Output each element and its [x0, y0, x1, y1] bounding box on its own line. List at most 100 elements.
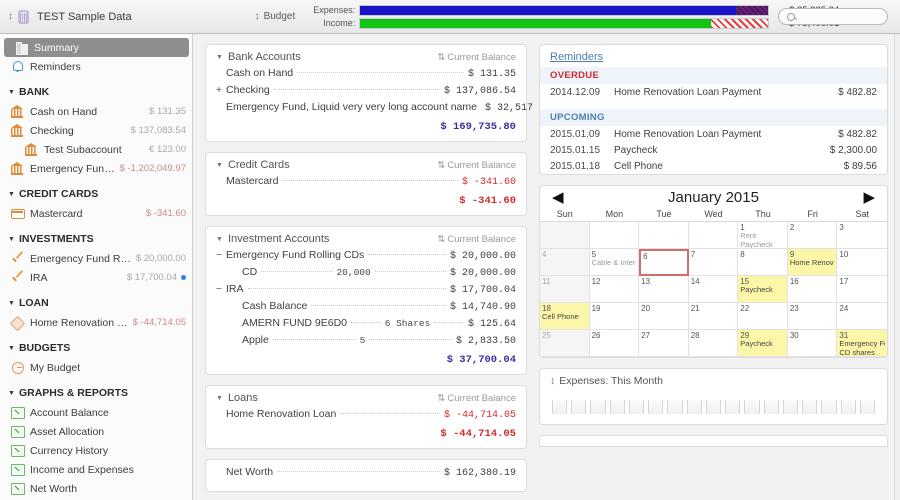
sidebar-group-loan[interactable]: ▼ LOAN [0, 293, 192, 313]
calendar-event[interactable]: Rent [740, 232, 785, 241]
calendar-day-cell[interactable]: 4 [540, 249, 590, 276]
reminder-row[interactable]: 2014.12.09 Home Renovation Loan Payment $ … [540, 84, 887, 100]
calendar-prev-icon[interactable]: ◀ [552, 190, 564, 205]
calendar-day-cell[interactable]: 21 [688, 303, 739, 330]
budget-drag-handle[interactable]: ↕ [255, 11, 260, 22]
calendar-day-cell[interactable]: 1 Rent Paycheck [738, 222, 788, 249]
panel-title-group[interactable]: ▼ Bank Accounts [216, 51, 301, 63]
collapse-icon[interactable]: − [216, 250, 226, 261]
calendar-day-cell[interactable]: 20 [639, 303, 689, 330]
file-drag-handle[interactable]: ↕ [8, 11, 13, 22]
sidebar-item-emergency-fund[interactable]: Emergency Fund, ... $ -1,202,049.97 [0, 159, 192, 178]
account-row[interactable]: Cash Balance $ 14,740.90 [216, 300, 516, 317]
sidebar-item-net-worth[interactable]: Net Worth [0, 479, 192, 498]
account-row[interactable]: Mastercard $ -341.60 [216, 175, 516, 192]
account-row[interactable]: Cash on Hand $ 131.35 [216, 67, 516, 84]
account-row[interactable]: + Checking $ 137,086.54 [216, 84, 516, 101]
calendar-day-cell[interactable]: 14 [688, 276, 739, 303]
calendar-event[interactable]: Cell Phone [542, 313, 587, 322]
calendar-event[interactable]: Paycheck [740, 340, 785, 349]
sidebar-item-income-and-expenses[interactable]: Income and Expenses [0, 460, 192, 479]
account-row[interactable]: Home Renovation Loan $ -44,714.05 [216, 408, 516, 425]
budget-selector[interactable]: ↕ Budget [247, 11, 296, 22]
sidebar-group-credit-cards[interactable]: ▼ CREDIT CARDS [0, 184, 192, 204]
calendar-day-cell[interactable]: 27 [639, 330, 689, 357]
calendar-day-cell[interactable]: 19 [589, 303, 640, 330]
sidebar-item-account-balance[interactable]: Account Balance [0, 403, 192, 422]
calendar-event[interactable]: Paycheck [740, 286, 785, 295]
calendar-event[interactable]: Cable & Internet [592, 259, 637, 268]
sidebar-group-budgets[interactable]: ▼ BUDGETS [0, 338, 192, 358]
search-input[interactable] [799, 11, 883, 22]
calendar-next-icon[interactable]: ▶ [863, 190, 875, 205]
calendar-day-cell[interactable]: 16 [787, 276, 838, 303]
calendar-event[interactable]: CD shares [839, 349, 885, 357]
column-header-current-balance[interactable]: ⇅ Current Balance [437, 393, 516, 404]
sidebar-group-bank[interactable]: ▼ BANK [0, 82, 192, 102]
account-row[interactable]: − IRA $ 17,700.04 [216, 283, 516, 300]
calendar-empty-cell[interactable] [540, 222, 590, 249]
chevron-down-icon[interactable]: ▼ [216, 162, 223, 169]
account-row[interactable]: Apple 5 $ 2,833.50 [216, 334, 516, 351]
sidebar-item-home-renovation-loan[interactable]: Home Renovation Loan$ -44,714.05 [0, 313, 192, 332]
panel-title-group[interactable]: ▼ Investment Accounts [216, 233, 329, 245]
chevron-down-icon[interactable]: ▼ [216, 395, 223, 402]
sidebar-item-currency-history[interactable]: Currency History [0, 441, 192, 460]
calendar-day-cell[interactable]: 5Cable & Internet [589, 249, 640, 276]
sidebar-item-summary[interactable]: Summary [4, 38, 189, 57]
sidebar-item-emergency-fund-rolli[interactable]: Emergency Fund Rolli... $ 20,000.00 [0, 249, 192, 268]
reminder-row[interactable]: 2015.01.09 Home Renovation Loan Payment $ … [540, 126, 887, 142]
chevron-down-icon[interactable]: ▼ [216, 54, 223, 61]
calendar-day-cell[interactable]: 29 Paycheck [738, 330, 788, 357]
sidebar-item-asset-allocation[interactable]: Asset Allocation [0, 422, 192, 441]
calendar-event[interactable]: Home Renova... [790, 259, 835, 268]
reminders-link[interactable]: Reminders [550, 51, 603, 63]
calendar-day-cell[interactable]: 17 [837, 276, 887, 303]
calendar-day-cell[interactable]: 30 [787, 330, 838, 357]
sidebar-item-cash-on-hand[interactable]: Cash on Hand $ 131.35 [0, 102, 192, 121]
calendar-empty-cell[interactable] [688, 222, 739, 249]
calendar-day-cell[interactable]: 28 [688, 330, 739, 357]
sidebar-item-test-subaccount[interactable]: Test Subaccount € 123.00 [0, 140, 192, 159]
sidebar-group-graphs-reports[interactable]: ▼ GRAPHS & REPORTS [0, 383, 192, 403]
column-header-current-balance[interactable]: ⇅ Current Balance [437, 234, 516, 245]
calendar-day-cell[interactable]: 22 [738, 303, 788, 330]
sidebar-item-ira[interactable]: IRA $ 17,700.04 [0, 268, 192, 287]
calendar-day-cell[interactable]: 10 [837, 249, 887, 276]
calendar-event[interactable]: Paycheck [740, 241, 785, 249]
calendar-empty-cell[interactable] [639, 222, 689, 249]
calendar-day-cell[interactable]: 23 [787, 303, 838, 330]
panel-title-group[interactable]: ▼ Loans [216, 392, 258, 404]
sidebar-item-my-budget[interactable]: My Budget [0, 358, 192, 377]
collapse-icon[interactable]: − [216, 284, 226, 295]
sidebar-group-investments[interactable]: ▼ INVESTMENTS [0, 229, 192, 249]
reminder-row[interactable]: 2015.01.18 Cell Phone $ 89.56 [540, 158, 887, 174]
account-row[interactable]: CD 20,000 $ 20,000.00 [216, 266, 516, 283]
calendar-day-cell[interactable]: 11 [540, 276, 590, 303]
calendar-day-cell[interactable]: 25 [540, 330, 590, 357]
reminder-row[interactable]: 2015.01.15 Paycheck $ 2,300.00 [540, 142, 887, 158]
calendar-day-cell[interactable]: 24 [837, 303, 887, 330]
calendar-day-cell[interactable]: 3 [837, 222, 887, 249]
calendar-day-cell[interactable]: 31Emergency Fu...CD shares [837, 330, 887, 357]
search-box[interactable] [778, 8, 888, 25]
chevron-down-icon[interactable]: ▼ [216, 236, 223, 243]
expand-icon[interactable]: + [216, 85, 226, 96]
account-row[interactable]: AMERN FUND 9E6D0 6 Shares $ 125.64 [216, 317, 516, 334]
calendar-day-cell[interactable]: 13 [639, 276, 689, 303]
column-header-current-balance[interactable]: ⇅ Current Balance [437, 52, 516, 63]
calendar-day-cell[interactable]: 9Home Renova... [787, 249, 838, 276]
vertical-scrollbar[interactable] [894, 34, 900, 500]
calendar-empty-cell[interactable] [589, 222, 640, 249]
calendar-day-cell[interactable]: 2 [787, 222, 838, 249]
sidebar-item-reminders[interactable]: Reminders [0, 57, 192, 76]
account-row[interactable]: − Emergency Fund Rolling CDs $ 20,000.00 [216, 249, 516, 266]
calendar-event[interactable]: Emergency Fu... [839, 340, 885, 349]
calendar-day-cell[interactable]: 8 [738, 249, 788, 276]
column-header-current-balance[interactable]: ⇅ Current Balance [437, 160, 516, 171]
panel-title-group[interactable]: ▼ Credit Cards [216, 159, 290, 171]
account-row[interactable]: Emergency Fund, Liquid very very long ac… [216, 101, 535, 118]
calendar-day-cell[interactable]: 6 [639, 249, 689, 276]
calendar-day-cell[interactable]: 26 [589, 330, 640, 357]
sidebar-item-mastercard[interactable]: Mastercard $ -341.60 [0, 204, 192, 223]
